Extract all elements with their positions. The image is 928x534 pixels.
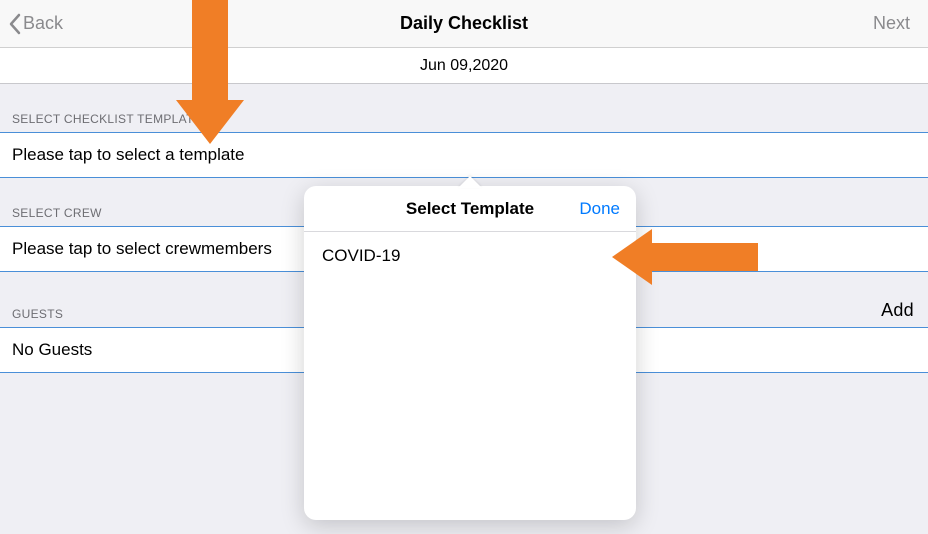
- date-bar: Jun 09,2020: [0, 48, 928, 84]
- section-header-template: Select Checklist Template: [0, 84, 928, 133]
- next-button[interactable]: Next: [873, 13, 928, 34]
- add-guest-button[interactable]: Add: [881, 300, 914, 321]
- guests-header-label: Guests: [12, 307, 63, 321]
- navbar: Back Daily Checklist Next: [0, 0, 928, 48]
- popover-header: Select Template Done: [304, 186, 636, 232]
- select-template-popover: Select Template Done COVID-19: [304, 186, 636, 520]
- chevron-left-icon: [8, 13, 21, 35]
- date-value: Jun 09,2020: [420, 57, 508, 75]
- popover-done-button[interactable]: Done: [579, 186, 620, 231]
- back-label: Back: [23, 13, 63, 34]
- page-title: Daily Checklist: [0, 13, 928, 34]
- template-option[interactable]: COVID-19: [304, 232, 636, 280]
- select-template-cell[interactable]: Please tap to select a template: [0, 133, 928, 178]
- popover-title: Select Template: [406, 199, 534, 219]
- back-button[interactable]: Back: [0, 13, 63, 35]
